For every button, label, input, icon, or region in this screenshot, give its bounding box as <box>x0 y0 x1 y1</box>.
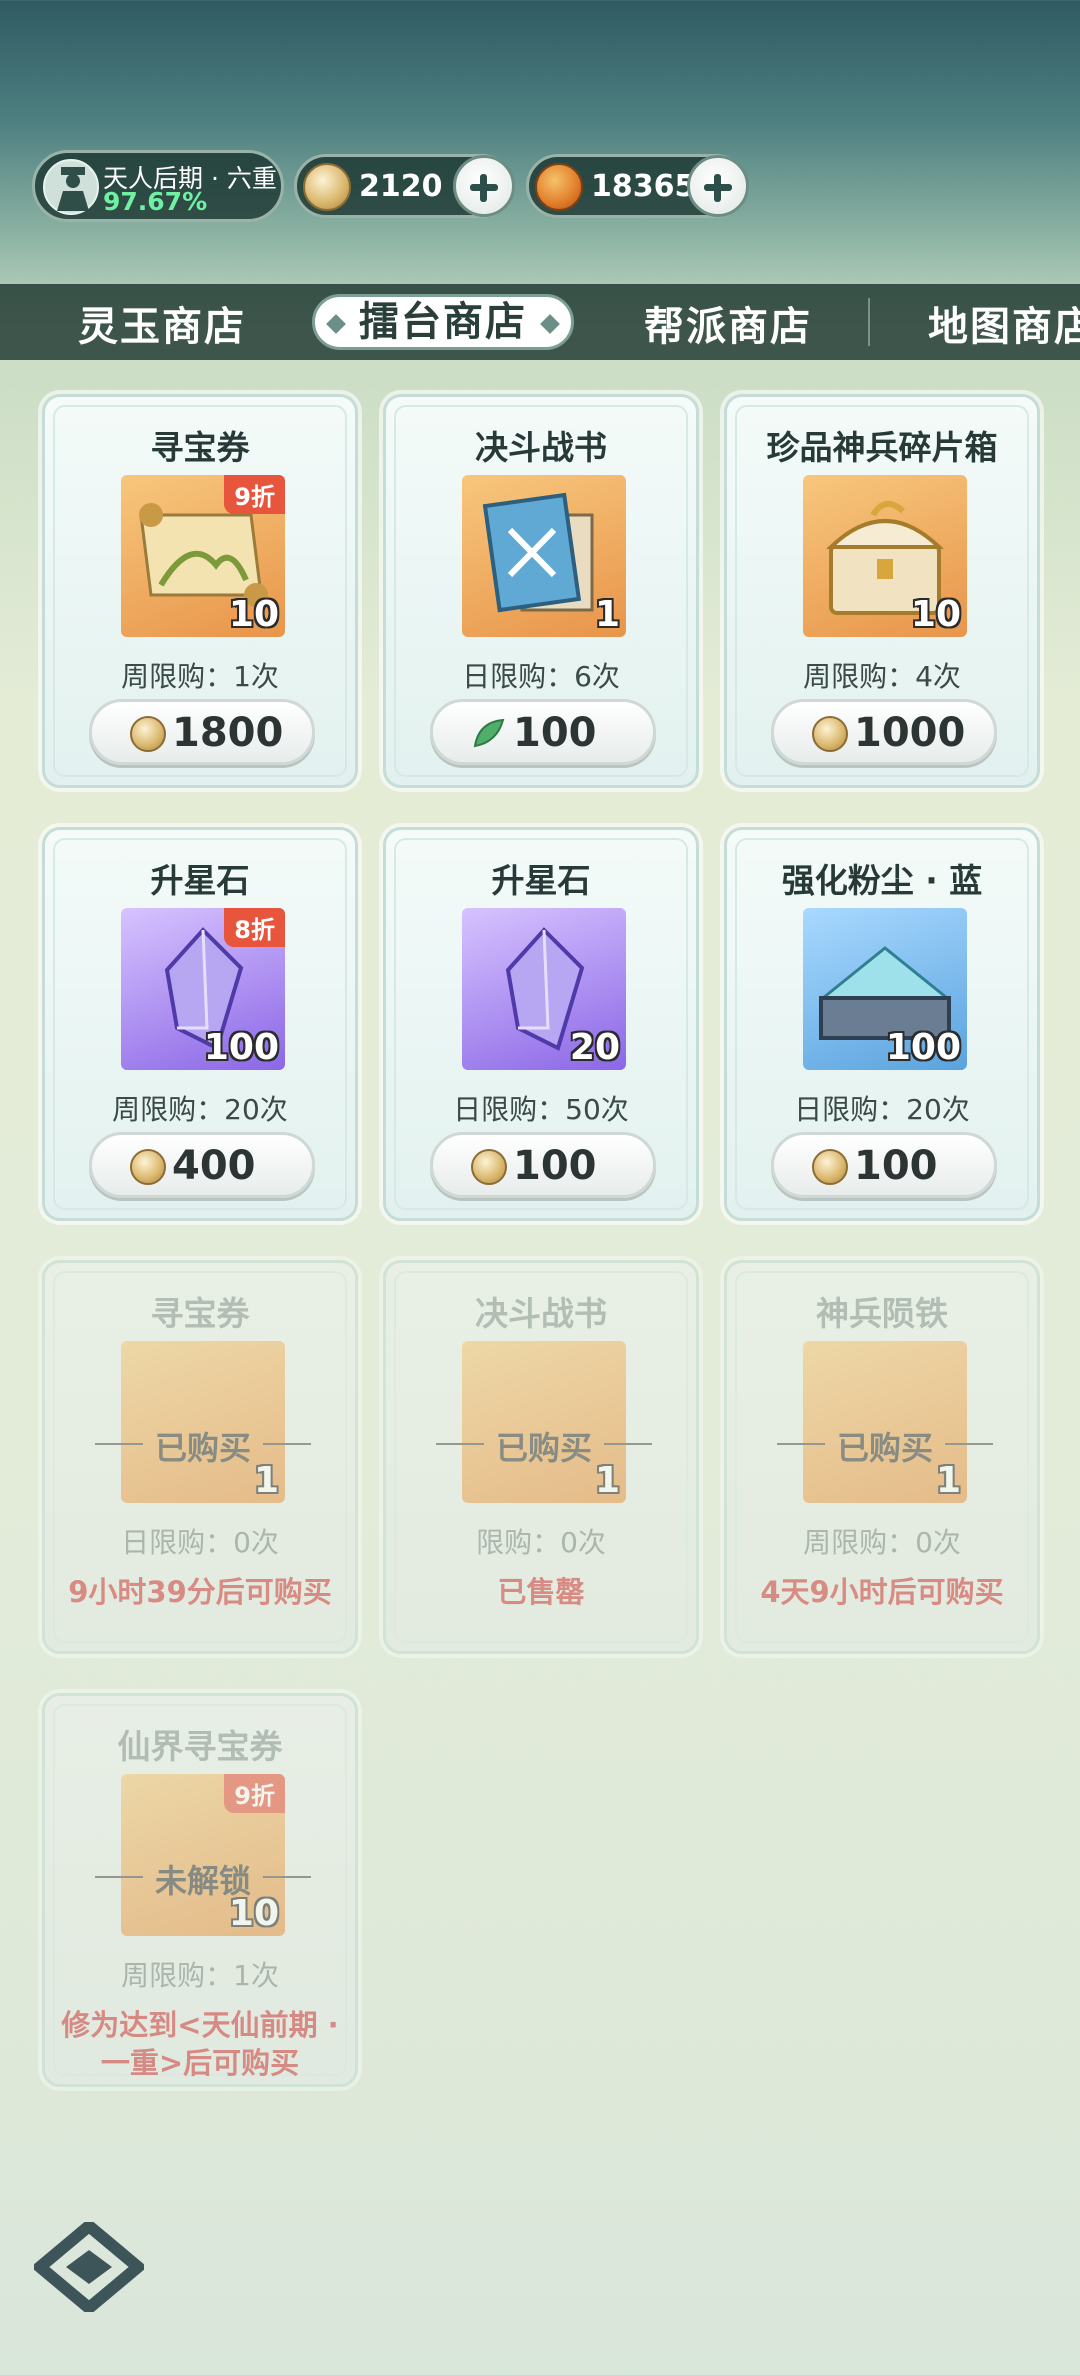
shop-item-card: 仙界寻宝券 9折 10 未解锁 周限购：1次 修为达到<天仙前期 · 一重>后可… <box>42 1693 358 2087</box>
restock-timer: 9小时39分后可购买 <box>68 1575 332 1609</box>
jade-leaf-icon <box>471 716 507 752</box>
item-title: 神兵陨铁 <box>816 1294 948 1333</box>
item-image: 10 <box>803 475 967 637</box>
price-value: 1800 <box>172 710 284 756</box>
item-title: 寻宝券 <box>150 1294 250 1333</box>
shop-item-card[interactable]: 强化粉尘 · 蓝 100 日限购：20次 100 <box>724 827 1040 1221</box>
shop-item-card[interactable]: 升星石 8折 100 周限购：20次 400 <box>42 827 358 1221</box>
realm-badge[interactable]: 天人后期 · 六重 97.67% <box>32 150 284 222</box>
item-image: 100 <box>803 908 967 1070</box>
item-image: 1 <box>462 475 626 637</box>
buy-button[interactable]: 1000 <box>771 699 997 765</box>
item-image: 1 <box>121 1341 285 1503</box>
item-quantity: 100 <box>885 1027 961 1068</box>
game-logo-icon[interactable] <box>34 2222 144 2312</box>
shop-tabs: 灵玉商店 擂台商店 帮派商店 地图商店 <box>0 284 1080 360</box>
purchase-limit: 周限购：1次 <box>121 660 279 693</box>
spirit-jade-icon <box>535 163 583 211</box>
top-status-bar: 天人后期 · 六重 97.67% 2120 18365 <box>32 150 1052 222</box>
item-quantity: 20 <box>569 1027 620 1068</box>
item-title: 强化粉尘 · 蓝 <box>781 861 983 900</box>
buy-button[interactable]: 400 <box>89 1132 315 1198</box>
arena-coin-icon <box>471 1149 507 1185</box>
arena-coin-icon <box>812 716 848 752</box>
purchase-limit: 日限购：50次 <box>453 1093 629 1126</box>
purchased-label: 已购买 <box>406 1423 682 1469</box>
tab-divider <box>868 298 870 346</box>
price-value: 100 <box>854 1143 938 1189</box>
shop-item-card: 决斗战书 1 已购买 限购：0次 已售罄 <box>383 1260 699 1654</box>
arena-coin-icon <box>130 716 166 752</box>
restock-timer: 4天9小时后可购买 <box>760 1575 1004 1609</box>
price-value: 400 <box>172 1143 256 1189</box>
item-quantity: 1 <box>594 594 620 635</box>
item-image: 20 <box>462 908 626 1070</box>
shop-item-card[interactable]: 珍品神兵碎片箱 10 周限购：4次 1000 <box>724 394 1040 788</box>
shop-item-card: 寻宝券 1 已购买 日限购：0次 9小时39分后可购买 <box>42 1260 358 1654</box>
cultivator-icon <box>57 167 89 211</box>
tab-lingyu-shop[interactable]: 灵玉商店 <box>78 294 246 350</box>
purchased-label: 已购买 <box>747 1423 1023 1469</box>
arena-coin-balance: 2120 <box>294 154 515 218</box>
item-title: 寻宝券 <box>150 428 250 467</box>
avatar <box>43 159 99 215</box>
price-value: 1000 <box>854 710 966 756</box>
purchased-label: 已购买 <box>65 1423 341 1469</box>
item-title: 升星石 <box>491 861 591 900</box>
purchase-limit: 周限购：20次 <box>112 1093 288 1126</box>
purchase-limit: 周限购：0次 <box>803 1526 961 1559</box>
item-title: 珍品神兵碎片箱 <box>766 428 998 467</box>
item-title: 升星石 <box>150 861 250 900</box>
tab-arena-shop[interactable]: 擂台商店 <box>312 294 574 350</box>
item-title: 决斗战书 <box>475 1294 607 1333</box>
shop-item-card[interactable]: 寻宝券 9折 10 周限购：1次 1800 <box>42 394 358 788</box>
discount-badge: 9折 <box>224 1774 285 1813</box>
tab-guild-shop[interactable]: 帮派商店 <box>644 294 812 350</box>
realm-progress: 97.67% <box>103 187 208 216</box>
arena-coin-icon <box>812 1149 848 1185</box>
shop-item-card[interactable]: 决斗战书 1 日限购：6次 100 <box>383 394 699 788</box>
shop-item-card: 神兵陨铁 1 已购买 周限购：0次 4天9小时后可购买 <box>724 1260 1040 1654</box>
item-quantity: 10 <box>228 594 279 635</box>
buy-button[interactable]: 100 <box>771 1132 997 1198</box>
unlock-requirement: 修为达到<天仙前期 · 一重>后可购买 <box>61 2008 339 2080</box>
item-image: 9折 10 <box>121 475 285 637</box>
spirit-jade-value: 18365 <box>591 169 696 204</box>
buy-button[interactable]: 100 <box>430 699 656 765</box>
purchase-limit: 日限购：20次 <box>794 1093 970 1126</box>
purchase-limit: 周限购：4次 <box>803 660 961 693</box>
item-title: 决斗战书 <box>475 428 607 467</box>
purchase-limit: 日限购：0次 <box>121 1526 279 1559</box>
buy-button[interactable]: 100 <box>430 1132 656 1198</box>
arena-coin-icon <box>130 1149 166 1185</box>
shop-item-card[interactable]: 升星石 20 日限购：50次 100 <box>383 827 699 1221</box>
price-value: 100 <box>513 710 597 756</box>
locked-label: 未解锁 <box>65 1856 341 1902</box>
purchase-limit: 周限购：1次 <box>121 1959 279 1992</box>
purchase-limit: 限购：0次 <box>476 1526 606 1559</box>
item-quantity: 10 <box>910 594 961 635</box>
spirit-jade-balance: 18365 <box>526 154 749 218</box>
add-arena-coin-button[interactable] <box>453 155 515 217</box>
arena-coin-icon <box>303 163 351 211</box>
item-image: 1 <box>462 1341 626 1503</box>
buy-button[interactable]: 1800 <box>89 699 315 765</box>
arena-coin-value: 2120 <box>359 169 443 204</box>
item-title: 仙界寻宝券 <box>117 1727 283 1766</box>
item-image: 9折 10 <box>121 1774 285 1936</box>
item-image: 1 <box>803 1341 967 1503</box>
tab-map-shop[interactable]: 地图商店 <box>928 294 1080 350</box>
sold-out-text: 已售罄 <box>497 1575 585 1609</box>
discount-badge: 9折 <box>224 475 285 514</box>
price-value: 100 <box>513 1143 597 1189</box>
add-spirit-jade-button[interactable] <box>687 155 749 217</box>
item-image: 8折 100 <box>121 908 285 1070</box>
item-quantity: 100 <box>203 1027 279 1068</box>
purchase-limit: 日限购：6次 <box>462 660 620 693</box>
discount-badge: 8折 <box>224 908 285 947</box>
